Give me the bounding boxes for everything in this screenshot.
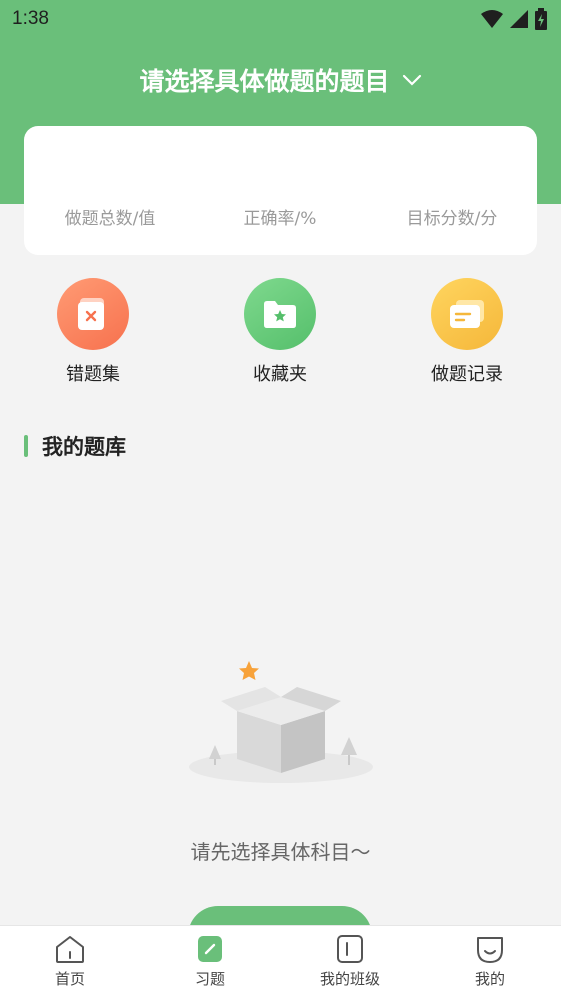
favorites-icon [244,278,316,350]
nav-exercise[interactable]: 习题 [150,934,270,989]
nav-home[interactable]: 首页 [10,934,130,989]
stat-target-label: 目标分数/分 [406,209,498,229]
nav-exercise-label: 习题 [194,970,225,988]
wifi-icon [481,10,503,28]
stat-total-label: 做题总数/值 [64,209,156,229]
section-title: 我的题库 [42,435,126,459]
section-accent-bar [24,435,28,457]
favorites-button[interactable]: 收藏夹 [220,278,340,386]
wrong-set-label: 错题集 [66,364,120,385]
quick-actions: 错题集 收藏夹 做题记录 [0,278,561,388]
subject-title: 请选择具体做题的题目 [139,67,390,96]
home-icon [56,936,84,963]
nav-home-label: 首页 [54,970,85,988]
subject-selector[interactable]: 请选择具体做题的题目 [0,60,561,100]
stat-accuracy-label: 正确率/% [243,209,317,229]
nav-profile[interactable]: 我的 [430,934,550,989]
empty-state-message: 请先选择具体科目～ [190,840,371,864]
exercise-icon [198,936,222,962]
wrong-set-button[interactable]: 错题集 [33,278,153,386]
profile-icon [477,937,503,963]
class-icon [337,935,363,963]
section-header: 我的题库 [24,432,126,460]
empty-box-illustration [189,661,373,783]
status-icons [481,8,547,30]
wrong-set-icon [57,278,129,350]
nav-class[interactable]: 我的班级 [290,934,410,989]
signal-icon [510,10,528,28]
status-bar: 1:38 [0,0,561,40]
bottom-nav: 首页 习题 我的班级 我的 [0,925,561,999]
favorites-label: 收藏夹 [253,364,307,385]
record-label: 做题记录 [431,364,503,385]
record-button[interactable]: 做题记录 [407,278,527,386]
battery-icon [535,8,547,30]
nav-class-label: 我的班级 [319,970,380,988]
nav-profile-label: 我的 [474,970,505,988]
status-time: 1:38 [12,8,49,29]
record-icon [431,278,503,350]
chevron-down-icon [402,74,421,86]
stats-card: 做题总数/值 正确率/% 目标分数/分 [24,126,537,255]
